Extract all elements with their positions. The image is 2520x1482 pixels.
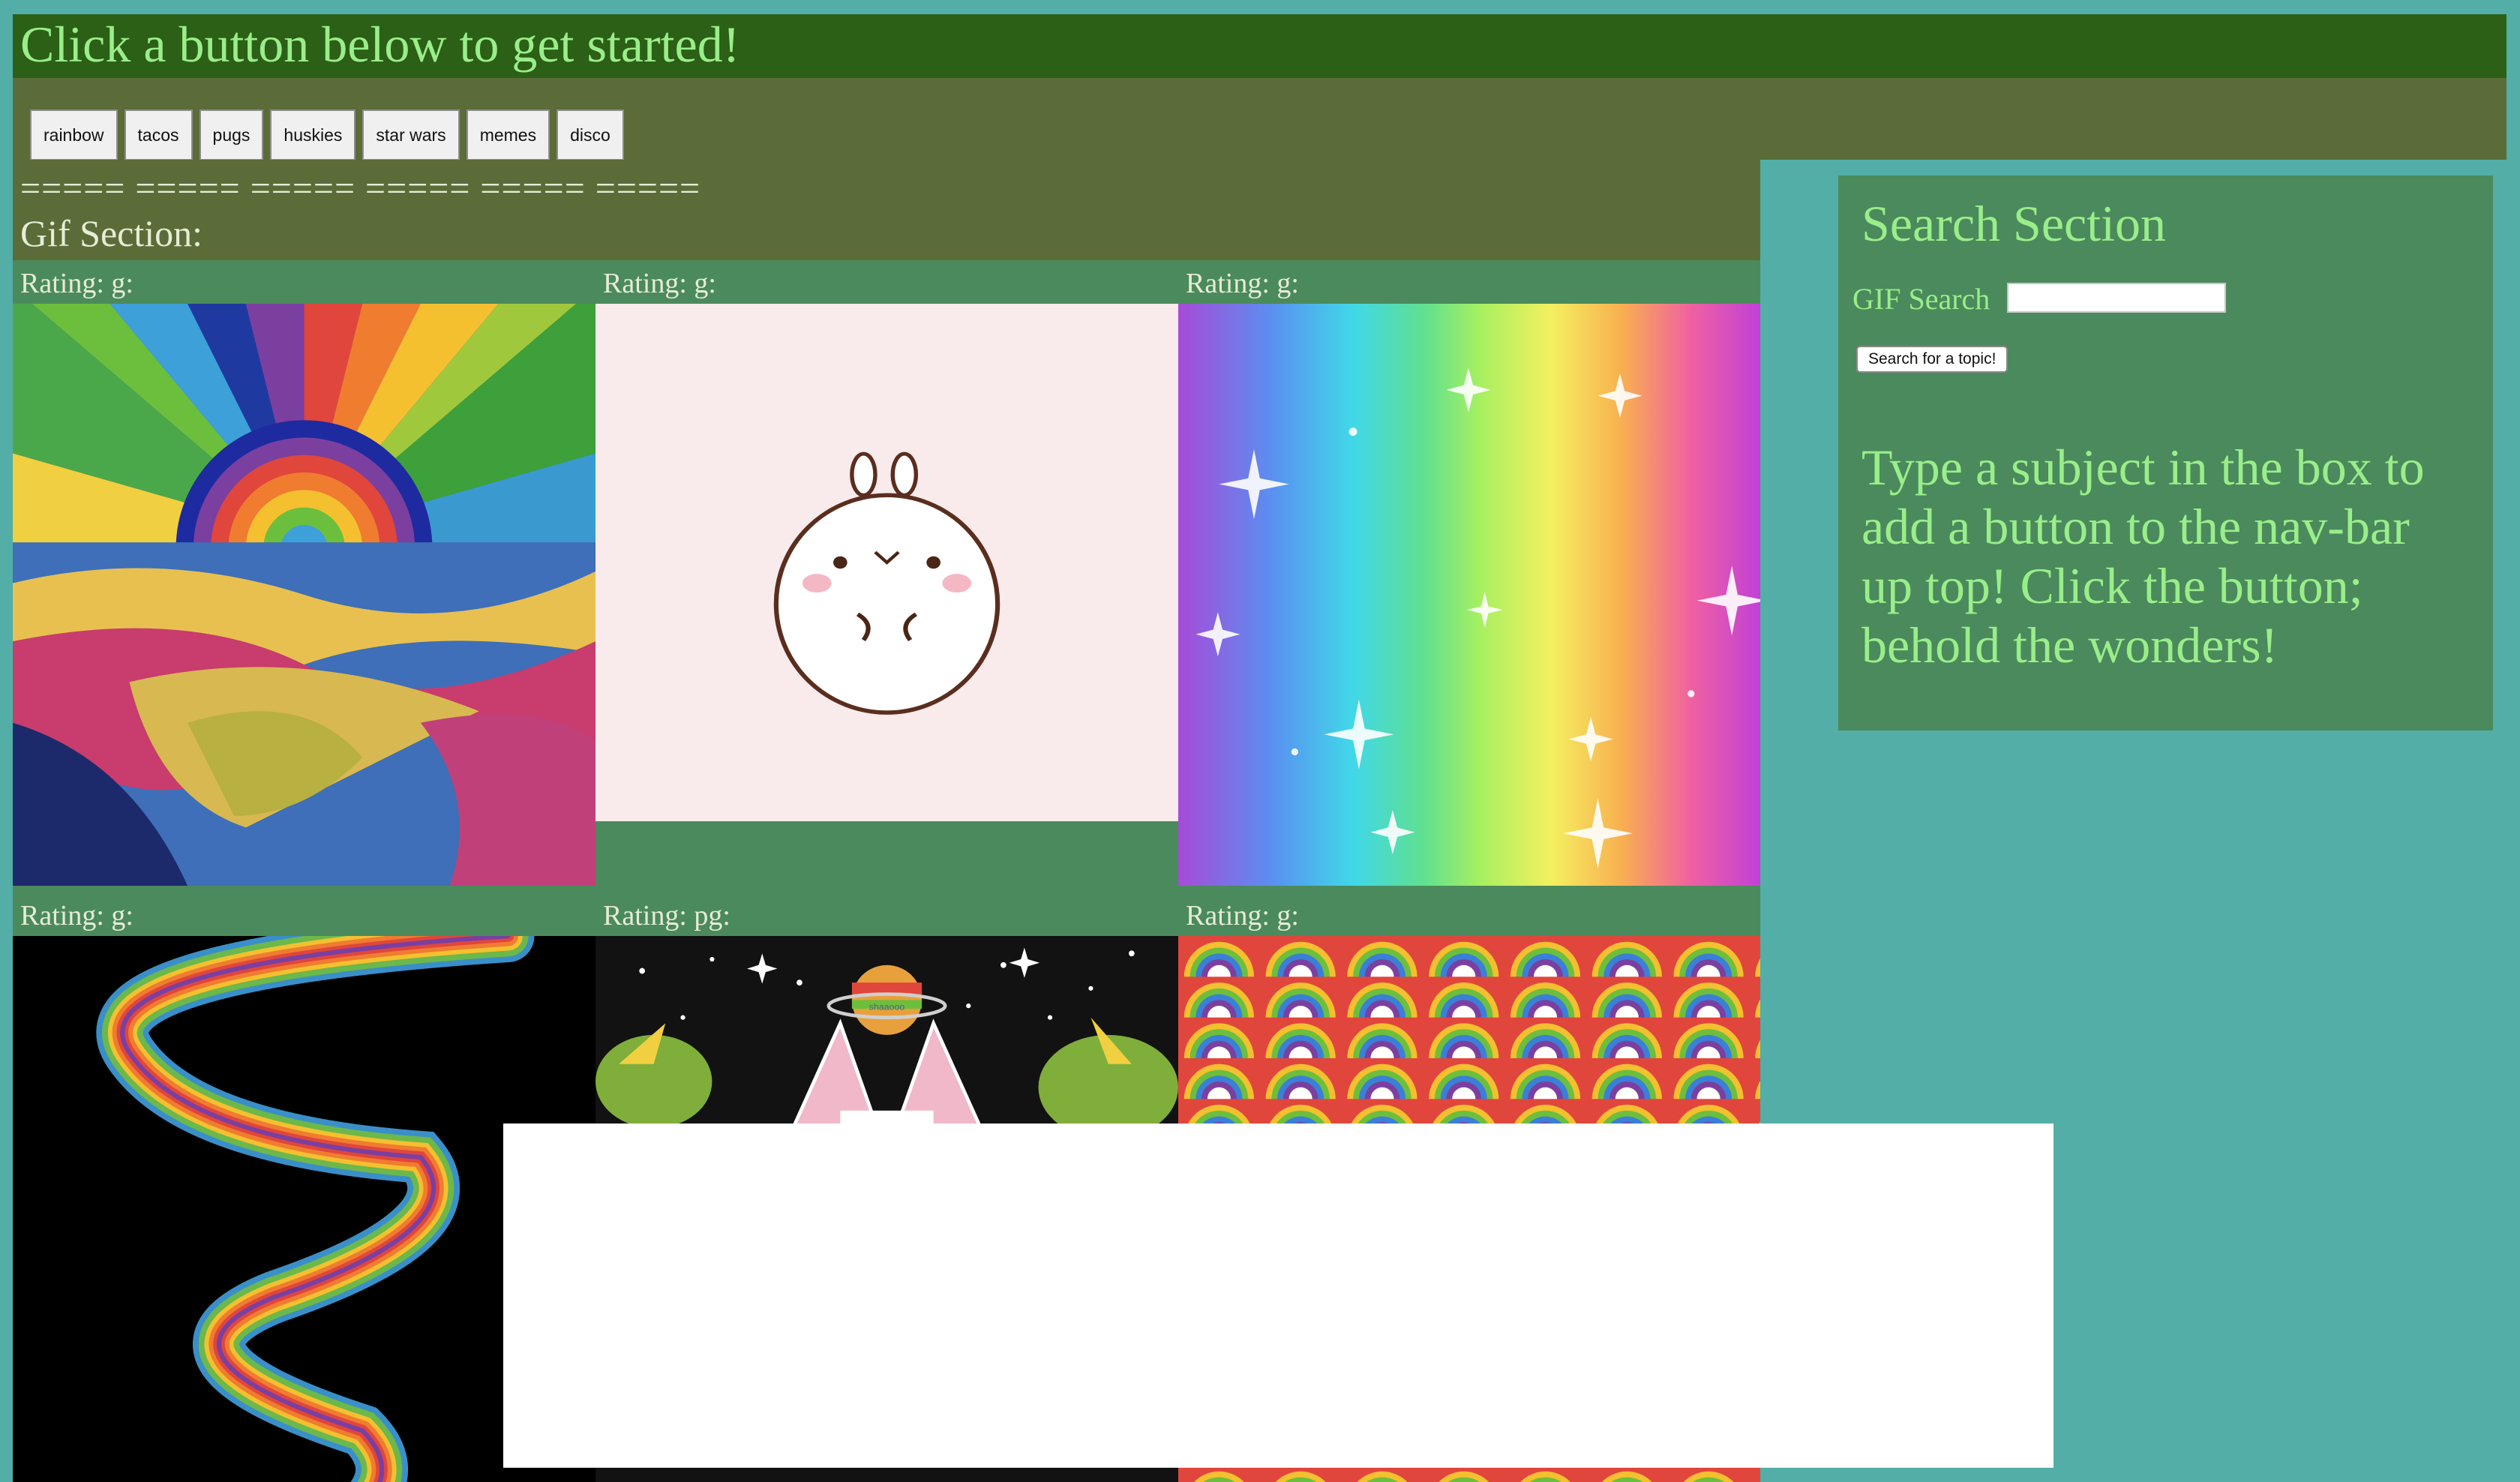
gif-rating: Rating: g: xyxy=(20,900,134,932)
planet-label: shaaooo xyxy=(869,1002,905,1012)
search-section-title: Search Section xyxy=(1862,195,2166,252)
topic-button-row: rainbow tacos pugs huskies star wars mem… xyxy=(30,110,624,160)
topic-button-star-wars[interactable]: star wars xyxy=(362,110,460,160)
topic-button-rainbow[interactable]: rainbow xyxy=(30,110,118,160)
gif-card: Rating: g: xyxy=(596,260,1178,821)
gif-rating: Rating: g: xyxy=(20,268,134,299)
gif-image-rainbow-sunset[interactable] xyxy=(13,304,596,886)
section-divider: ===== ===== ===== ===== ===== ===== xyxy=(20,169,701,208)
gif-search-input[interactable] xyxy=(2007,283,2226,313)
search-instructions: Type a subject in the box to add a butto… xyxy=(1862,439,2425,674)
search-topic-button[interactable]: Search for a topic! xyxy=(1856,346,2008,373)
page-title: Click a button below to get started! xyxy=(20,16,740,73)
search-section: Search Section GIF Search Search for a t… xyxy=(1838,176,2493,730)
topic-button-memes[interactable]: memes xyxy=(466,110,550,160)
blank-overlay-panel xyxy=(503,1124,2054,1468)
gif-search-label: GIF Search xyxy=(1852,282,1990,316)
gif-image-bunny[interactable] xyxy=(596,304,1178,821)
nav-bar: rainbow tacos pugs huskies star wars mem… xyxy=(13,78,2506,160)
gif-section-header: ===== ===== ===== ===== ===== ===== Gif … xyxy=(13,160,1760,260)
gif-rating: Rating: pg: xyxy=(603,900,730,932)
gif-section-title: Gif Section: xyxy=(20,212,203,254)
topic-button-pugs[interactable]: pugs xyxy=(199,110,264,160)
page-header: Click a button below to get started! xyxy=(13,14,2506,78)
gif-rating: Rating: g: xyxy=(603,268,716,299)
topic-button-tacos[interactable]: tacos xyxy=(124,110,193,160)
gif-card: Rating: g: xyxy=(1178,260,1760,886)
topic-button-disco[interactable]: disco xyxy=(556,110,624,160)
gif-image-rainbow-sparkles[interactable] xyxy=(1178,304,1760,886)
gif-rating: Rating: g: xyxy=(1186,900,1299,932)
topic-button-huskies[interactable]: huskies xyxy=(270,110,356,160)
gif-rating: Rating: g: xyxy=(1186,268,1299,299)
gif-card: Rating: g: xyxy=(13,260,596,886)
